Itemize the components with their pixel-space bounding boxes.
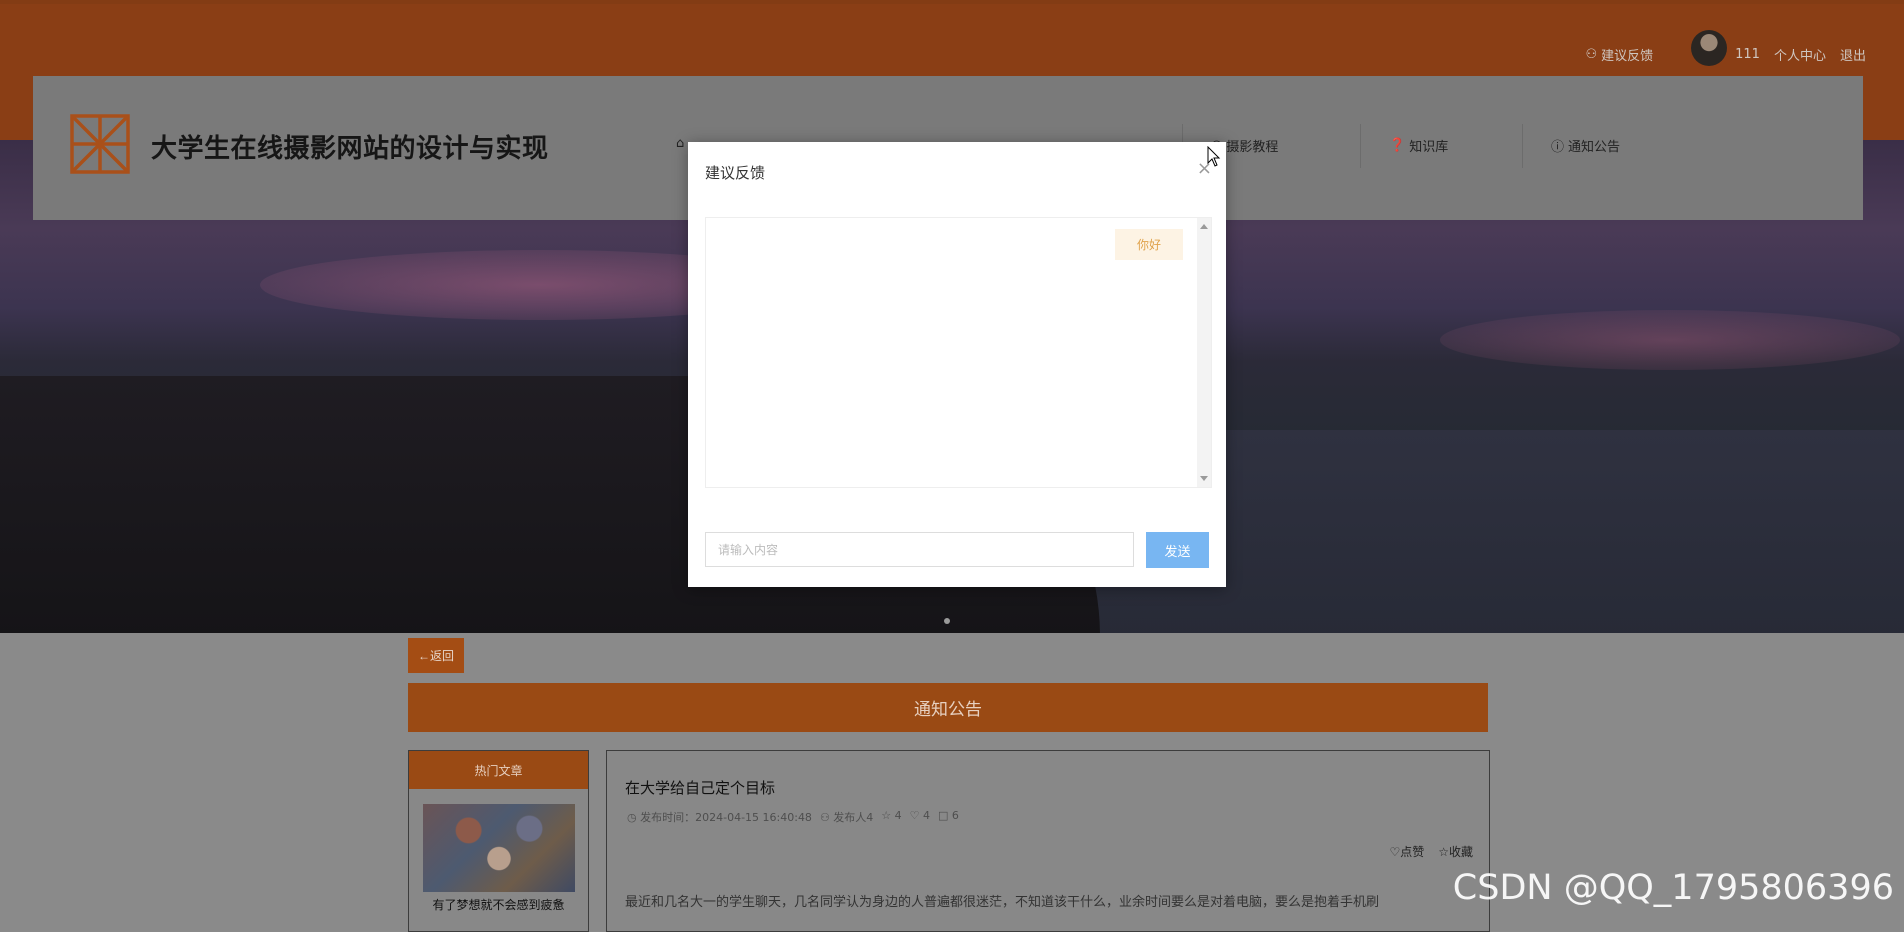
author-text: 发布人4 (833, 811, 874, 824)
article-title[interactable]: 在大学给自己定个目标 (625, 777, 775, 798)
sky-glow (1440, 310, 1900, 370)
heart-icon: ♡ (1389, 845, 1401, 859)
chat-message: 你好 (1115, 229, 1183, 260)
back-button[interactable]: ←返回 (408, 638, 464, 673)
info-circle-icon: ⓘ (1551, 140, 1565, 155)
avatar[interactable] (1691, 30, 1728, 66)
favorite-button[interactable]: ☆收藏 (1438, 843, 1473, 860)
favorite-count: ♡ 4 (909, 809, 931, 822)
article-body: 最近和几名大一的学生聊天，几名同学认为身边的人普遍都很迷茫，不知道该干什么，业余… (625, 895, 1380, 910)
personal-center-link[interactable]: 个人中心 (1774, 45, 1826, 64)
like-count-text: 4 (894, 809, 902, 822)
logout-link[interactable]: 退出 (1840, 45, 1866, 64)
nav-photo-tutorial-label: 摄影教程 (1226, 140, 1279, 155)
comment-count-text: 6 (951, 809, 959, 822)
nav-notices-label: 通知公告 (1568, 140, 1621, 155)
comment-count: □ 6 (938, 809, 959, 822)
nav-divider (1522, 124, 1523, 168)
hot-article-title[interactable]: 有了梦想就不会感到疲惫 (409, 896, 588, 913)
like-button[interactable]: ♡点赞 (1389, 843, 1424, 860)
article-actions: ♡点赞 ☆收藏 (1389, 843, 1473, 860)
hot-articles-heading: 热门文章 (409, 751, 588, 789)
chat-scrollbar[interactable] (1197, 218, 1211, 487)
feedback-modal: 建议反馈 × 你好 发送 (688, 142, 1226, 587)
like-label: 点赞 (1400, 845, 1425, 859)
chat-area[interactable]: 你好 (705, 217, 1212, 488)
section-title: 通知公告 (408, 683, 1488, 732)
nav-home[interactable]: ⌂ (676, 136, 684, 151)
favorite-count-text: 4 (923, 809, 931, 822)
send-button[interactable]: 发送 (1146, 532, 1209, 568)
watermark: CSDN @QQ_1795806396 (1452, 868, 1894, 908)
feedback-link[interactable]: ⚇ 建议反馈 (1585, 45, 1653, 64)
nav-knowledge-base[interactable]: ❓ 知识库 (1389, 136, 1448, 155)
nav-divider (1360, 124, 1361, 168)
carousel-dot[interactable] (944, 618, 950, 624)
home-icon: ⌂ (676, 136, 685, 151)
question-circle-icon: ❓ (1389, 138, 1406, 153)
username[interactable]: 111 (1735, 47, 1760, 62)
scroll-up-icon[interactable] (1200, 224, 1208, 229)
nav-knowledge-base-label: 知识库 (1409, 140, 1449, 155)
modal-title: 建议反馈 (705, 164, 766, 182)
like-count: ☆ 4 (881, 809, 902, 822)
user-outline-icon: ⚇ (1585, 46, 1598, 62)
star-icon: ☆ (1438, 845, 1449, 859)
author: ⚇ 发布人4 (819, 811, 874, 824)
publish-time: ◷ 发布时间：2024-04-15 16:40:48 (627, 811, 812, 824)
favorite-label: 收藏 (1448, 845, 1473, 859)
article-meta: ◷ 发布时间：2024-04-15 16:40:48 ⚇ 发布人4 ☆ 4 ♡ … (627, 809, 959, 825)
nav-notices[interactable]: ⓘ 通知公告 (1551, 136, 1620, 155)
scroll-down-icon[interactable] (1200, 476, 1208, 481)
hot-articles-panel: 热门文章 有了梦想就不会感到疲惫 (408, 750, 589, 932)
feedback-label: 建议反馈 (1601, 48, 1654, 64)
message-input[interactable] (705, 532, 1134, 567)
hot-article-thumbnail[interactable] (423, 804, 575, 892)
article-panel: 在大学给自己定个目标 ◷ 发布时间：2024-04-15 16:40:48 ⚇ … (606, 750, 1490, 932)
user-nav: ⚇ 建议反馈 111 个人中心 退出 (1585, 30, 1866, 66)
publish-time-text: 发布时间：2024-04-15 16:40:48 (640, 811, 812, 824)
mouse-cursor-icon (1207, 146, 1221, 167)
